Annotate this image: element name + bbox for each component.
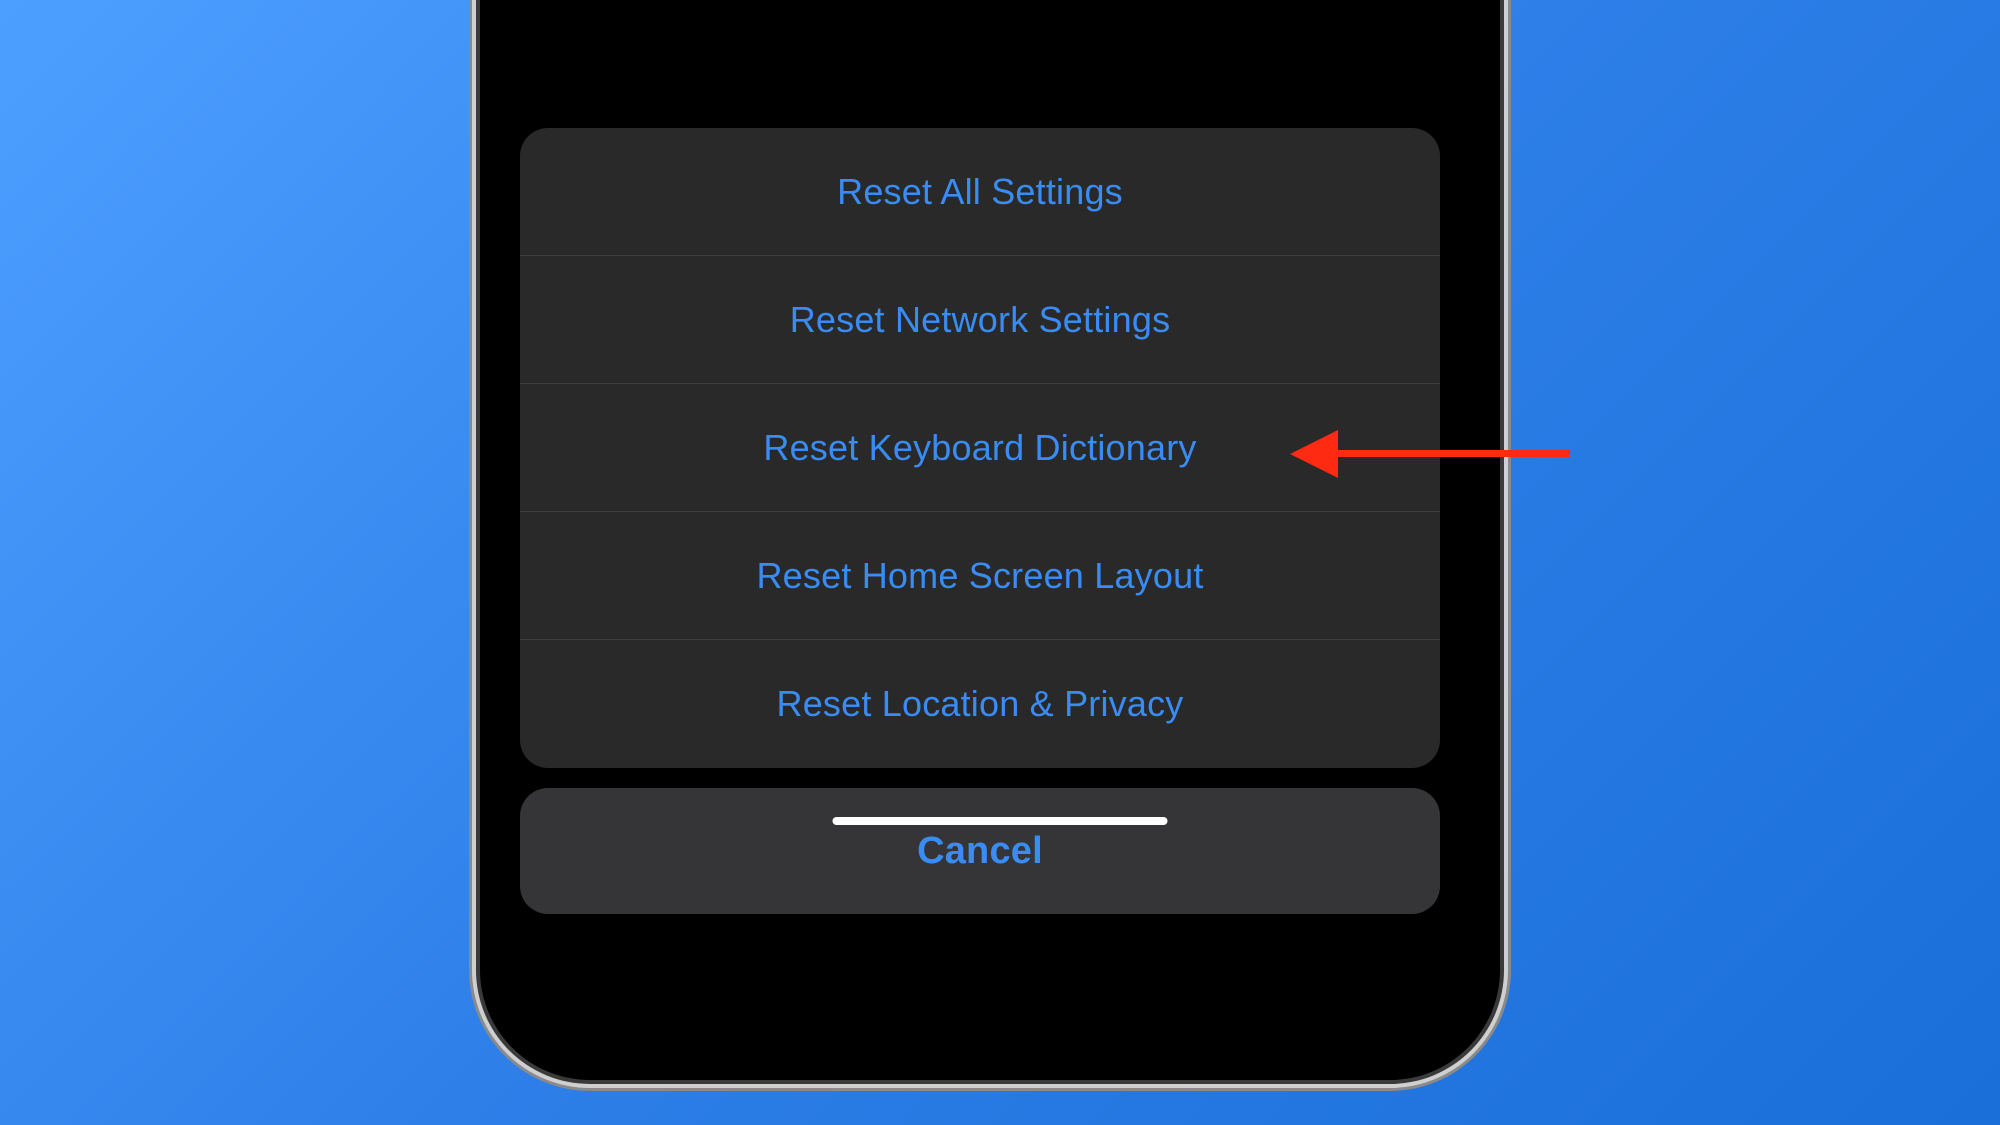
option-label: Reset Home Screen Layout — [756, 555, 1203, 597]
reset-location-privacy-button[interactable]: Reset Location & Privacy — [520, 640, 1440, 768]
reset-action-sheet: Reset All Settings Reset Network Setting… — [520, 128, 1440, 914]
option-label: Reset All Settings — [837, 171, 1123, 213]
option-label: Reset Keyboard Dictionary — [763, 427, 1196, 469]
option-label: Reset Location & Privacy — [777, 683, 1184, 725]
reset-all-settings-button[interactable]: Reset All Settings — [520, 128, 1440, 256]
cancel-button[interactable]: Cancel — [520, 788, 1440, 914]
reset-home-screen-layout-button[interactable]: Reset Home Screen Layout — [520, 512, 1440, 640]
reset-keyboard-dictionary-button[interactable]: Reset Keyboard Dictionary — [520, 384, 1440, 512]
action-sheet-options-group: Reset All Settings Reset Network Setting… — [520, 128, 1440, 768]
cancel-label: Cancel — [917, 830, 1043, 873]
option-label: Reset Network Settings — [790, 299, 1171, 341]
home-indicator[interactable] — [833, 817, 1168, 825]
reset-network-settings-button[interactable]: Reset Network Settings — [520, 256, 1440, 384]
